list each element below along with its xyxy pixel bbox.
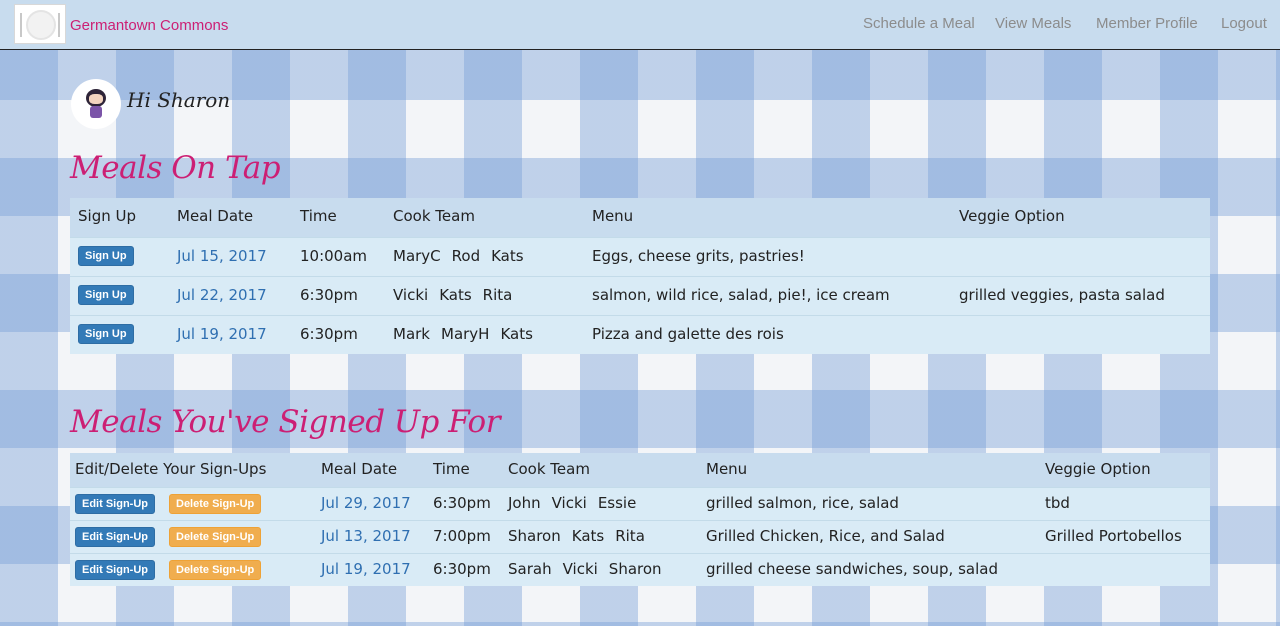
- cook-name: Rod: [451, 247, 481, 265]
- cook-name: Kats: [491, 247, 524, 265]
- cook-name: Vicki: [393, 286, 429, 304]
- table-header-row: Edit/Delete Your Sign-Ups Meal Date Time…: [70, 453, 1210, 487]
- header-edit-delete: Edit/Delete Your Sign-Ups: [75, 460, 267, 478]
- meal-menu: salmon, wild rice, salad, pie!, ice crea…: [592, 286, 890, 304]
- cook-name: MaryH: [441, 325, 490, 343]
- meal-date-link[interactable]: Jul 29, 2017: [321, 494, 411, 512]
- table-row: Sign Up Jul 15, 2017 10:00am MaryC Rod Kat…: [70, 237, 1210, 276]
- avatar-face: [89, 94, 103, 104]
- navbar: Germantown Commons Schedule a Meal View …: [0, 0, 1280, 50]
- sign-up-button[interactable]: Sign Up: [78, 285, 134, 305]
- edit-sign-up-button[interactable]: Edit Sign-Up: [75, 494, 155, 514]
- avatar-body: [90, 106, 102, 118]
- meal-time: 6:30pm: [300, 286, 358, 304]
- meal-menu: grilled cheese sandwiches, soup, salad: [706, 560, 998, 578]
- cook-name: Kats: [439, 286, 472, 304]
- veggie-option: Grilled Portobellos: [1045, 527, 1182, 545]
- cook-name: John: [508, 494, 541, 512]
- cook-team: MaryC Rod Kats: [393, 247, 535, 265]
- plate-logo-icon[interactable]: [14, 4, 66, 44]
- signed-up-title: Meals You've Signed Up For: [70, 404, 501, 440]
- nav-member-profile[interactable]: Member Profile: [1096, 15, 1198, 32]
- plate-icon: [26, 10, 56, 40]
- nav-logout[interactable]: Logout: [1221, 15, 1267, 32]
- cook-name: Kats: [500, 325, 533, 343]
- meals-on-tap-title: Meals On Tap: [70, 150, 281, 186]
- meal-menu: Pizza and galette des rois: [592, 325, 784, 343]
- fork-icon: [20, 13, 22, 37]
- signed-up-table: Edit/Delete Your Sign-Ups Meal Date Time…: [70, 453, 1210, 586]
- meal-date-link[interactable]: Jul 22, 2017: [177, 286, 267, 304]
- table-row: Edit Sign-Up Delete Sign-Up Jul 19, 2017…: [70, 553, 1210, 586]
- veggie-option: tbd: [1045, 494, 1070, 512]
- header-sign-up: Sign Up: [78, 207, 136, 225]
- meal-time: 6:30pm: [433, 494, 491, 512]
- table-row: Sign Up Jul 22, 2017 6:30pm Vicki Kats Rit…: [70, 276, 1210, 315]
- brand-name[interactable]: Germantown Commons: [70, 17, 228, 34]
- veggie-option: grilled veggies, pasta salad: [959, 286, 1165, 304]
- header-veggie-option: Veggie Option: [1045, 460, 1151, 478]
- delete-sign-up-button[interactable]: Delete Sign-Up: [169, 494, 262, 514]
- cook-name: Rita: [615, 527, 645, 545]
- cook-name: Vicki: [551, 494, 587, 512]
- cook-name: Rita: [482, 286, 513, 304]
- cook-name: Kats: [571, 527, 605, 545]
- table-header-row: Sign Up Meal Date Time Cook Team Menu Ve…: [70, 198, 1210, 237]
- header-meal-date: Meal Date: [177, 207, 254, 225]
- delete-sign-up-button[interactable]: Delete Sign-Up: [169, 527, 262, 547]
- meal-time: 6:30pm: [433, 560, 491, 578]
- cook-team: Sharon Kats Rita: [508, 527, 656, 545]
- header-menu: Menu: [592, 207, 634, 225]
- nav-view-meals[interactable]: View Meals: [995, 15, 1071, 32]
- meal-time: 10:00am: [300, 247, 368, 265]
- meal-menu: Grilled Chicken, Rice, and Salad: [706, 527, 945, 545]
- header-time: Time: [433, 460, 470, 478]
- table-row: Edit Sign-Up Delete Sign-Up Jul 13, 2017…: [70, 520, 1210, 553]
- header-veggie-option: Veggie Option: [959, 207, 1065, 225]
- nav-schedule-meal[interactable]: Schedule a Meal: [863, 15, 975, 32]
- sign-up-button[interactable]: Sign Up: [78, 246, 134, 266]
- cook-team: John Vicki Essie: [508, 494, 647, 512]
- edit-sign-up-button[interactable]: Edit Sign-Up: [75, 560, 155, 580]
- greeting-text: Hi Sharon: [127, 88, 231, 112]
- meal-menu: grilled salmon, rice, salad: [706, 494, 899, 512]
- table-row: Edit Sign-Up Delete Sign-Up Jul 29, 2017…: [70, 487, 1210, 520]
- meal-date-link[interactable]: Jul 15, 2017: [177, 247, 267, 265]
- header-menu: Menu: [706, 460, 748, 478]
- header-cook-team: Cook Team: [393, 207, 475, 225]
- table-row: Sign Up Jul 19, 2017 6:30pm Mark MaryH Kat…: [70, 315, 1210, 354]
- knife-icon: [58, 13, 60, 37]
- edit-sign-up-button[interactable]: Edit Sign-Up: [75, 527, 155, 547]
- cook-team: Sarah Vicki Sharon: [508, 560, 673, 578]
- cook-name: Vicki: [562, 560, 598, 578]
- meal-menu: Eggs, cheese grits, pastries!: [592, 247, 805, 265]
- cook-name: Sharon: [608, 560, 662, 578]
- meal-date-link[interactable]: Jul 13, 2017: [321, 527, 411, 545]
- header-cook-team: Cook Team: [508, 460, 590, 478]
- cook-name: MaryC: [393, 247, 441, 265]
- meal-time: 7:00pm: [433, 527, 491, 545]
- delete-sign-up-button[interactable]: Delete Sign-Up: [169, 560, 262, 580]
- header-meal-date: Meal Date: [321, 460, 398, 478]
- cook-name: Sharon: [508, 527, 561, 545]
- meal-date-link[interactable]: Jul 19, 2017: [177, 325, 267, 343]
- cook-name: Mark: [393, 325, 430, 343]
- header-time: Time: [300, 207, 337, 225]
- avatar: [71, 79, 121, 129]
- meal-date-link[interactable]: Jul 19, 2017: [321, 560, 411, 578]
- cook-name: Essie: [597, 494, 637, 512]
- meal-time: 6:30pm: [300, 325, 358, 343]
- cook-team: Mark MaryH Kats: [393, 325, 544, 343]
- cook-team: Vicki Kats Rita: [393, 286, 523, 304]
- cook-name: Sarah: [508, 560, 552, 578]
- sign-up-button[interactable]: Sign Up: [78, 324, 134, 344]
- meals-on-tap-table: Sign Up Meal Date Time Cook Team Menu Ve…: [70, 198, 1210, 354]
